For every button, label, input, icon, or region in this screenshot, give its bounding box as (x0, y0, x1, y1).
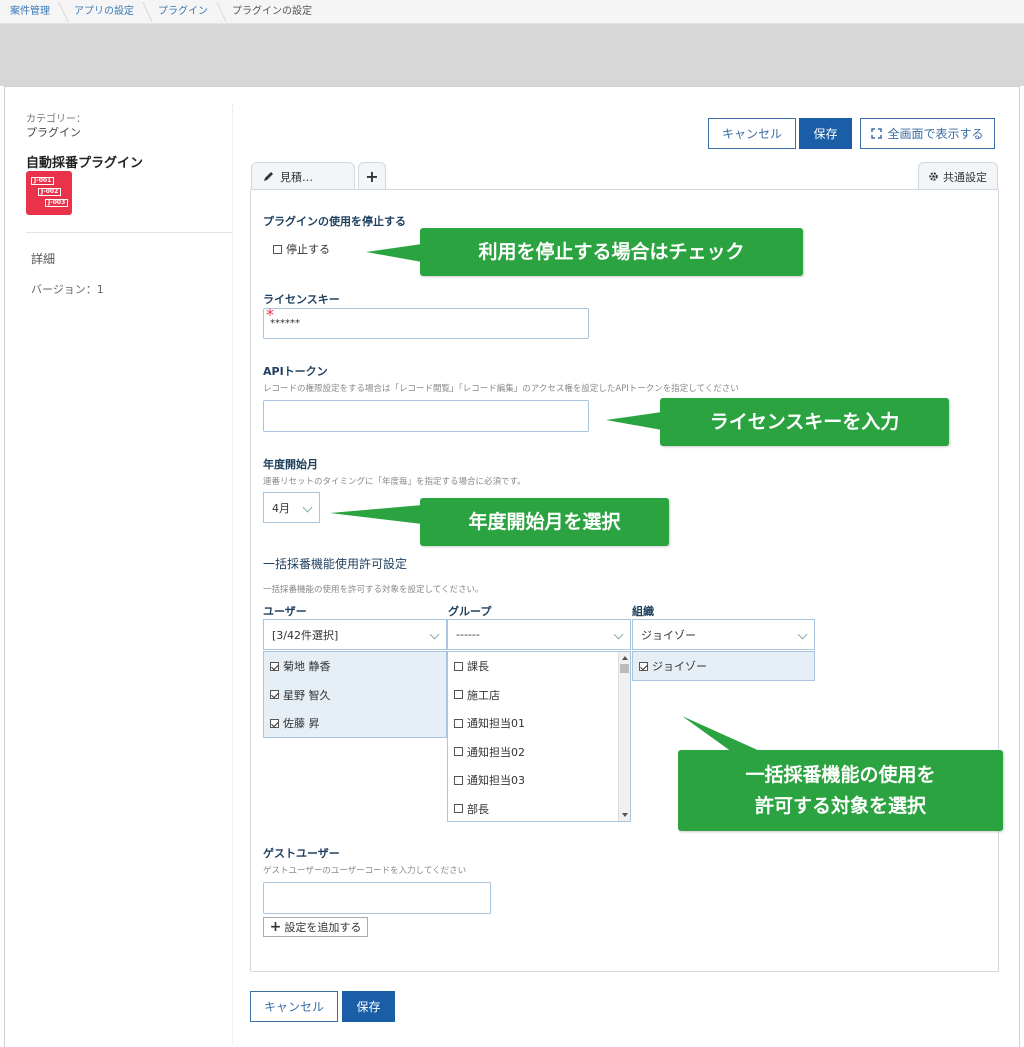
callout-license: ライセンスキーを入力 (660, 398, 949, 446)
callout-year: 年度開始月を選択 (420, 498, 669, 546)
callout-bulk-line1: 一括採番機能の使用を (745, 764, 936, 787)
callout-bulk-line2: 許可する対象を選択 (754, 794, 926, 817)
callout-stop: 利用を停止する場合はチェック (420, 228, 803, 276)
callout-bulk: 一括採番機能の使用を 許可する対象を選択 (678, 750, 1003, 831)
